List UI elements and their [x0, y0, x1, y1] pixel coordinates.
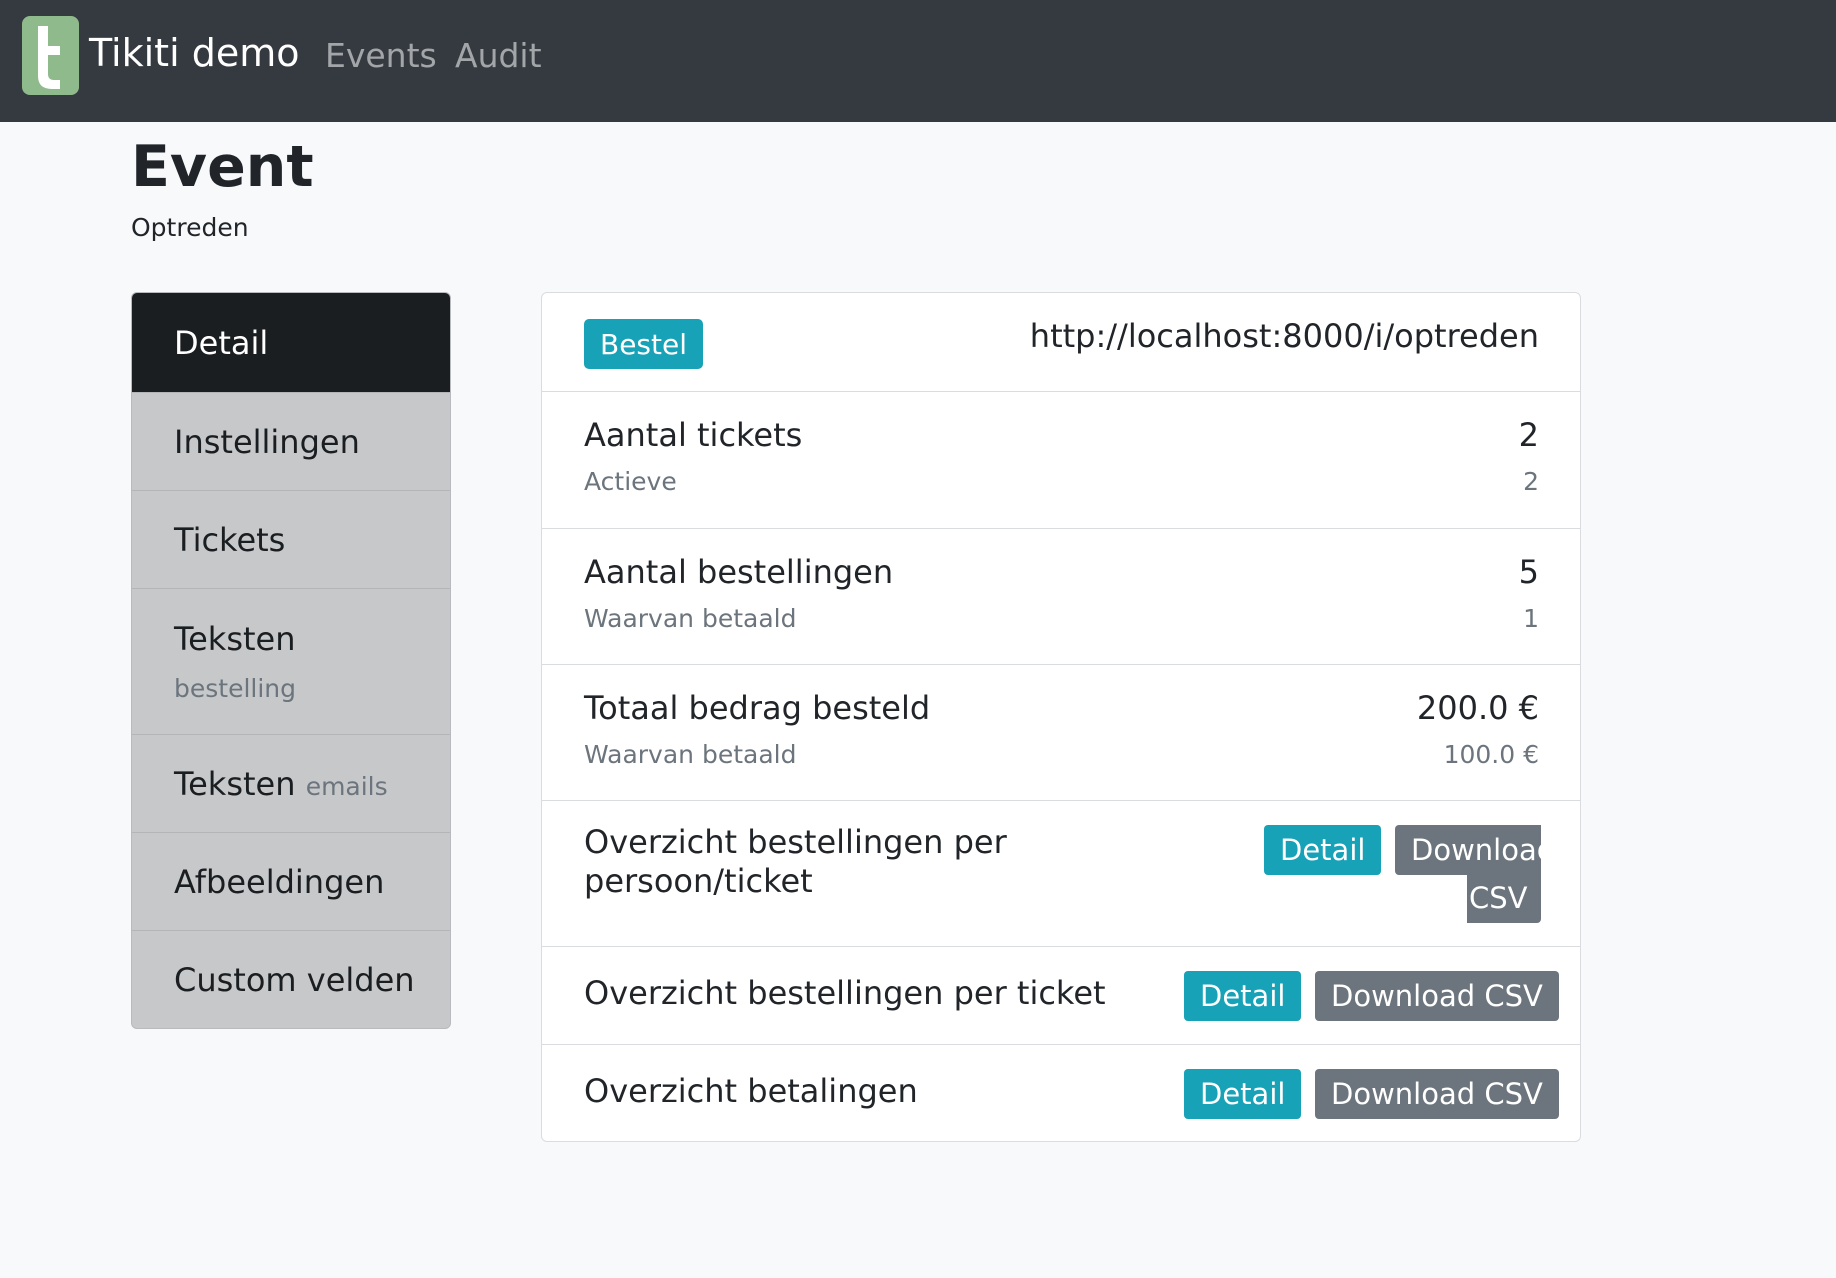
sidebar-item-label-group: Teksten emails — [174, 765, 450, 803]
sidebar-item-label: Teksten — [174, 764, 296, 803]
top-navbar: Tikiti demo Events Audit — [0, 0, 1836, 122]
stat-subvalue: 100.0 € — [1443, 740, 1539, 769]
sidebar-item-instellingen[interactable]: Instellingen — [132, 392, 450, 490]
sidebar-item-afbeeldingen[interactable]: Afbeeldingen — [132, 832, 450, 930]
download-csv-button[interactable]: Download CSV — [1395, 825, 1541, 923]
detail-button[interactable]: Detail — [1264, 825, 1382, 875]
stat-title: Aantal bestellingen — [584, 553, 894, 591]
brand-link[interactable]: Tikiti demo — [22, 16, 299, 95]
sidebar-item-teksten-bestelling[interactable]: Teksten bestelling — [132, 588, 450, 734]
download-csv-button[interactable]: Download CSV — [1315, 971, 1559, 1021]
stat-subtitle: Actieve — [584, 467, 677, 496]
report-row-per-person-ticket: Overzicht bestellingen per persoon/ticke… — [542, 800, 1580, 946]
stat-title: Totaal bedrag besteld — [584, 689, 931, 727]
report-row-payments: Overzicht betalingen Detail Download CSV — [542, 1044, 1580, 1141]
order-badge-button[interactable]: Bestel — [584, 319, 704, 369]
stat-value: 5 — [1518, 553, 1539, 591]
stat-row-total-amount: Totaal bedrag besteld 200.0 € Waarvan be… — [542, 664, 1580, 800]
download-csv-button[interactable]: Download CSV — [1315, 1069, 1559, 1119]
event-name: Optreden — [131, 213, 249, 242]
stat-row-tickets: Aantal tickets 2 Actieve 2 — [542, 391, 1580, 528]
sidebar-item-tickets[interactable]: Tickets — [132, 490, 450, 588]
report-title-line: persoon/ticket — [584, 862, 813, 900]
nav-link-audit[interactable]: Audit — [455, 36, 542, 75]
stat-value: 200.0 € — [1416, 689, 1539, 727]
sidebar-item-detail[interactable]: Detail — [132, 293, 450, 392]
stat-subtitle: Waarvan betaald — [584, 740, 797, 769]
download-csv-label-line: Download — [1395, 825, 1541, 875]
sidebar-item-custom-velden[interactable]: Custom velden — [132, 930, 450, 1028]
event-url-link[interactable]: http://localhost:8000/i/optreden — [1030, 317, 1539, 355]
stat-subvalue: 2 — [1523, 467, 1539, 496]
sidebar-item-label: Afbeeldingen — [174, 862, 385, 901]
sidebar-item-label: Teksten — [174, 620, 296, 658]
nav-link-events[interactable]: Events — [325, 36, 437, 75]
report-title: Overzicht bestellingen per ticket — [584, 974, 1106, 1012]
sidebar-item-label: Custom velden — [174, 960, 415, 999]
sidebar-nav: Detail Instellingen Tickets Teksten best… — [131, 292, 451, 1029]
page-title: Event — [131, 134, 314, 200]
sidebar-item-label: Detail — [174, 323, 269, 362]
download-csv-label-line: CSV — [1467, 873, 1541, 923]
report-title-line: Overzicht bestellingen per — [584, 823, 1007, 861]
stat-row-orders: Aantal bestellingen 5 Waarvan betaald 1 — [542, 528, 1580, 664]
detail-button[interactable]: Detail — [1184, 971, 1302, 1021]
tikiti-logo-icon — [22, 16, 79, 95]
sidebar-item-label: Tickets — [174, 520, 286, 559]
detail-button[interactable]: Detail — [1184, 1069, 1302, 1119]
stat-title: Aantal tickets — [584, 416, 803, 454]
stat-value: 2 — [1518, 416, 1539, 454]
stat-subvalue: 1 — [1523, 604, 1539, 633]
report-row-per-ticket: Overzicht bestellingen per ticket Detail… — [542, 946, 1580, 1044]
sidebar-item-teksten-emails[interactable]: Teksten emails — [132, 734, 450, 832]
brand-name[interactable]: Tikiti demo — [89, 31, 299, 75]
event-detail-card: Bestel http://localhost:8000/i/optreden … — [541, 292, 1581, 1142]
stat-subtitle: Waarvan betaald — [584, 604, 797, 633]
report-title: Overzicht betalingen — [584, 1072, 918, 1110]
sidebar-item-sublabel: bestelling — [174, 674, 297, 703]
order-link-row: Bestel http://localhost:8000/i/optreden — [542, 293, 1580, 391]
sidebar-item-sublabel: emails — [305, 771, 388, 801]
sidebar-item-label: Instellingen — [174, 422, 360, 461]
report-title: Overzicht bestellingen per persoon/ticke… — [584, 823, 1007, 901]
